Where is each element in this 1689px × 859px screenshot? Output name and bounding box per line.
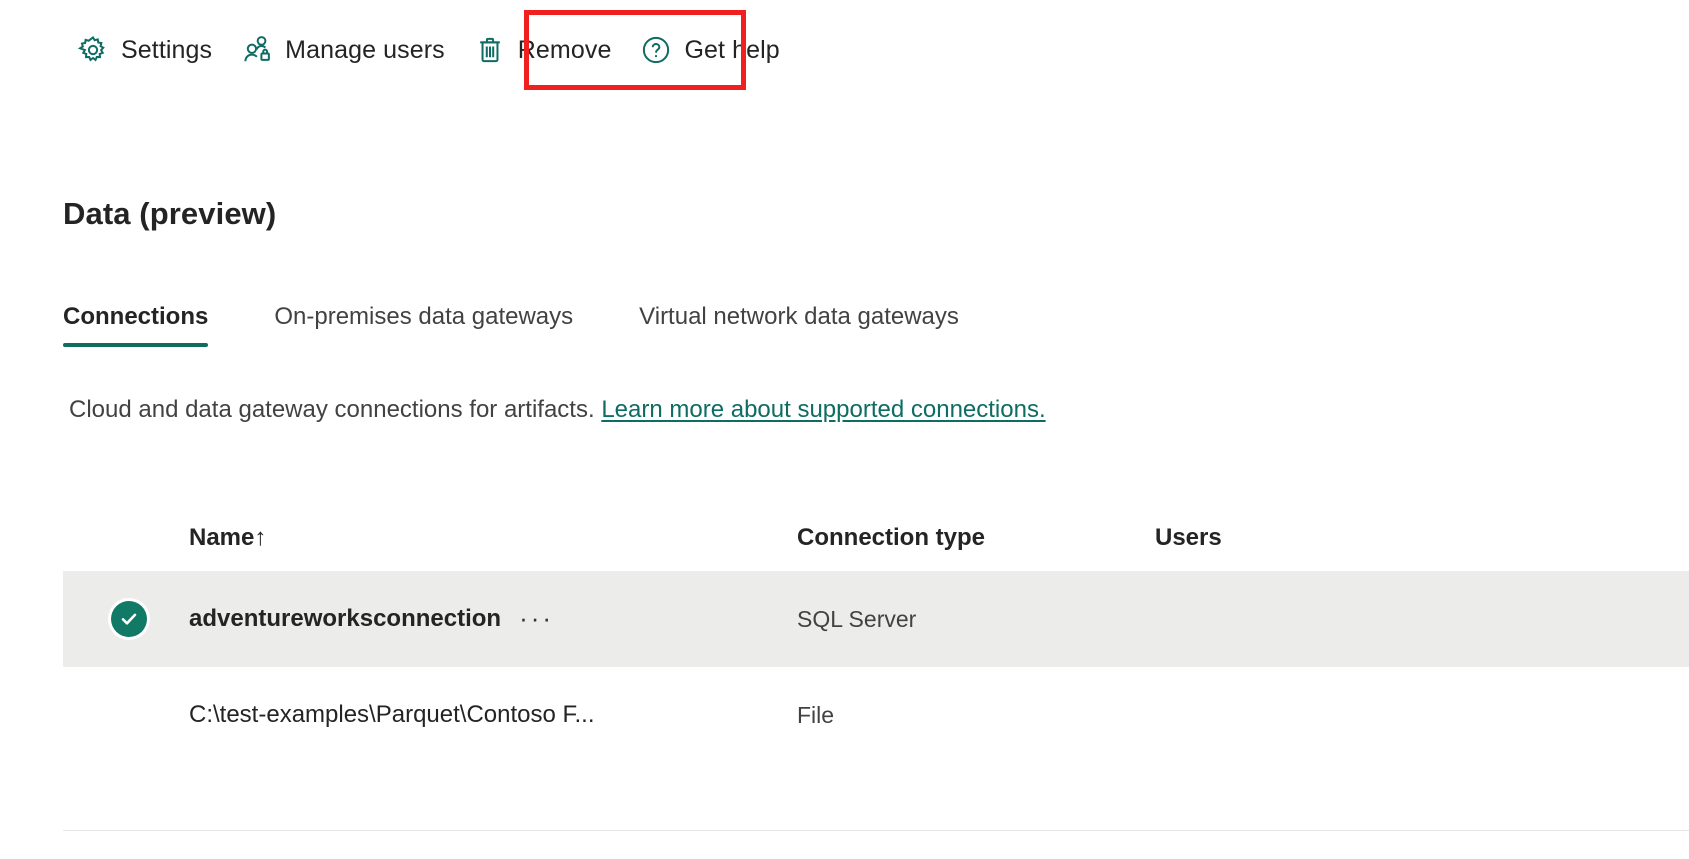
tab-list: Connections On-premises data gateways Vi… bbox=[63, 303, 1025, 347]
table-bottom-divider bbox=[63, 830, 1689, 831]
connections-table: Name ↑ Connection type Users adventurewo… bbox=[63, 505, 1689, 763]
toolbar-item-get-help[interactable]: Get help bbox=[625, 22, 793, 78]
connection-type-value: SQL Server bbox=[797, 606, 916, 632]
description-text: Cloud and data gateway connections for a… bbox=[69, 396, 595, 423]
row-select-cell[interactable] bbox=[63, 601, 189, 637]
manage-users-icon bbox=[240, 33, 274, 67]
command-bar: Settings Manage users bbox=[0, 0, 1689, 100]
column-header-connection-type: Connection type bbox=[797, 524, 985, 551]
connection-type-value: File bbox=[797, 702, 834, 728]
toolbar-label-manage-users: Manage users bbox=[285, 38, 445, 63]
toolbar-item-manage-users[interactable]: Manage users bbox=[226, 22, 459, 78]
column-header-name: Name bbox=[189, 524, 254, 552]
tab-on-premises-data-gateways[interactable]: On-premises data gateways bbox=[274, 303, 573, 347]
toolbar-label-settings: Settings bbox=[121, 38, 212, 63]
column-header-users: Users bbox=[1155, 524, 1222, 551]
checkmark-circle-icon[interactable] bbox=[111, 601, 147, 637]
connection-name: C:\test-examples\Parquet\Contoso F... bbox=[189, 701, 595, 729]
header-name-cell[interactable]: Name ↑ bbox=[189, 524, 797, 552]
header-users-cell[interactable]: Users bbox=[1155, 524, 1689, 552]
sort-ascending-icon: ↑ bbox=[254, 524, 266, 552]
header-connection-type-cell[interactable]: Connection type bbox=[797, 524, 1155, 552]
page-title: Data (preview) bbox=[63, 196, 276, 232]
table-row[interactable]: C:\test-examples\Parquet\Contoso F... Fi… bbox=[63, 667, 1689, 763]
toolbar-item-remove[interactable]: Remove bbox=[459, 22, 626, 78]
toolbar-label-get-help: Get help bbox=[684, 38, 779, 63]
table-header-row: Name ↑ Connection type Users bbox=[63, 505, 1689, 571]
connection-name: adventureworksconnection bbox=[189, 605, 501, 633]
gear-icon bbox=[76, 33, 110, 67]
tab-connections[interactable]: Connections bbox=[63, 303, 208, 347]
row-name-cell[interactable]: C:\test-examples\Parquet\Contoso F... bbox=[189, 701, 797, 729]
section-description: Cloud and data gateway connections for a… bbox=[69, 396, 1046, 424]
tab-virtual-network-data-gateways[interactable]: Virtual network data gateways bbox=[639, 303, 959, 347]
learn-more-link[interactable]: Learn more about supported connections. bbox=[601, 396, 1045, 423]
row-connection-type-cell: File bbox=[797, 702, 1155, 729]
row-connection-type-cell: SQL Server bbox=[797, 606, 1155, 633]
help-circle-icon bbox=[639, 33, 673, 67]
page-root: Settings Manage users bbox=[0, 0, 1689, 859]
table-row[interactable]: adventureworksconnection ··· SQL Server bbox=[63, 571, 1689, 667]
toolbar-item-settings[interactable]: Settings bbox=[62, 22, 226, 78]
row-name-cell[interactable]: adventureworksconnection ··· bbox=[189, 605, 797, 633]
toolbar-label-remove: Remove bbox=[518, 38, 612, 63]
trash-icon bbox=[473, 33, 507, 67]
more-options-icon[interactable]: ··· bbox=[519, 611, 554, 627]
